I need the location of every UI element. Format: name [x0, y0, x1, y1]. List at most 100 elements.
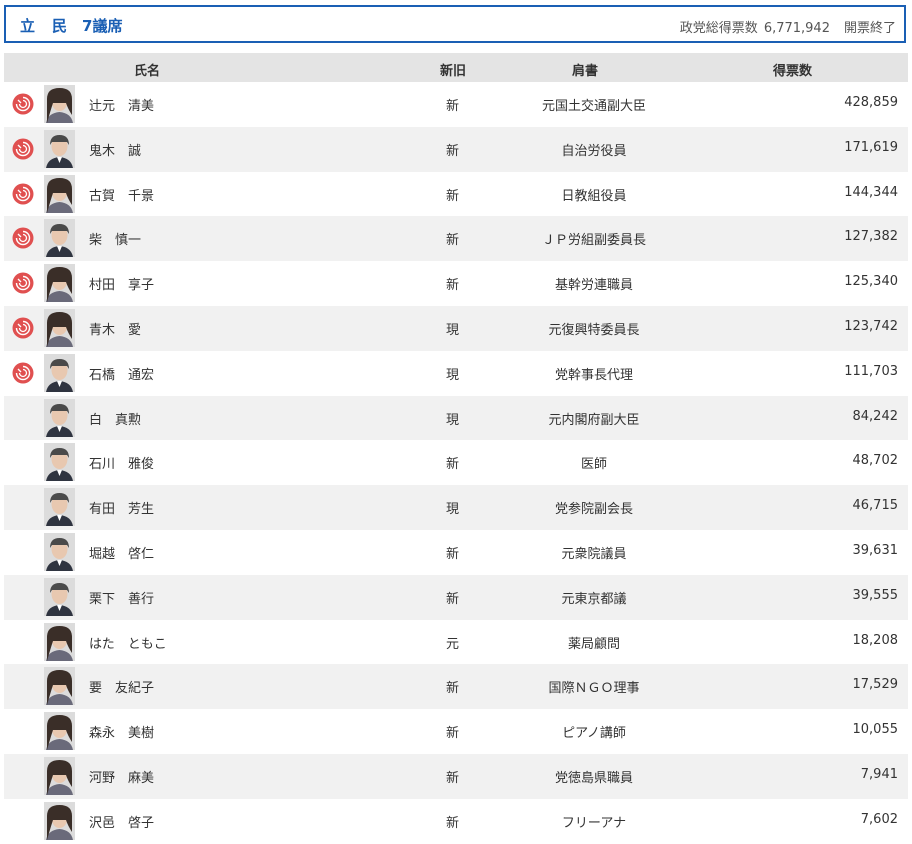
candidate-title: 元国土交通副大臣 [541, 99, 646, 114]
candidate-table: 氏名 新旧 肩書 得票数 辻元 清美新元国土交通副大臣 428,859 鬼木 誠新自… [4, 53, 908, 844]
candidate-name: 要 友紀子 [89, 681, 155, 697]
candidate-votes: 17,529 [852, 677, 899, 693]
candidate-votes: 171,619 [844, 139, 898, 155]
elected-rose-icon [12, 227, 34, 249]
candidate-status: 新 [446, 233, 460, 249]
candidate-name: 栗下 善行 [89, 591, 155, 607]
col-name-header: 氏名 [134, 64, 161, 79]
candidate-status: 新 [446, 591, 460, 607]
candidate-status: 現 [446, 322, 460, 338]
candidate-name: 鬼木 誠 [89, 143, 142, 159]
candidate-votes: 48,702 [852, 453, 899, 469]
candidate-votes: 46,715 [852, 498, 899, 514]
candidate-status: 新 [446, 457, 460, 473]
candidate-status: 新 [446, 726, 460, 742]
candidate-votes: 18,208 [852, 632, 899, 648]
table-row: 白 真勲 現 元内閣府副大臣 84,242 [4, 395, 908, 441]
candidate-votes: 39,555 [852, 587, 899, 603]
candidate-status: 新 [446, 278, 460, 294]
candidate-status: 新 [446, 99, 460, 114]
candidate-title: 党参院副会長 [554, 502, 633, 518]
candidate-status: 新 [446, 815, 460, 831]
candidate-name: 古賀 千景 [89, 188, 155, 204]
candidate-status: 新 [446, 188, 460, 204]
candidate-status: 現 [446, 412, 460, 428]
candidate-name: はた ともこ [89, 636, 167, 652]
count-status: 開票終了 [843, 21, 896, 36]
table-row: 有田 芳生 現 党参院副会長 46,715 [4, 485, 908, 530]
table-row: 青木 愛 現 元復興特委員長 123,742 [4, 305, 908, 351]
candidate-title: ピアノ講師 [562, 726, 626, 742]
table-row: 堀越 啓仁 新 元衆院議員 39,631 [4, 529, 908, 575]
candidate-photo [44, 532, 75, 571]
table-row: 沢邑 啓子 新 フリーアナ 7,602 [4, 798, 908, 844]
candidate-photo [44, 85, 75, 123]
candidate-title: 医師 [580, 457, 607, 473]
candidate-name: 堀越 啓仁 [89, 546, 155, 562]
candidate-photo [44, 622, 75, 661]
table-body: 辻元 清美新元国土交通副大臣 428,859 鬼木 誠新自治労役員 171,619 古賀… [4, 82, 908, 844]
table-row: 栗下 善行 新 元東京都議 39,555 [4, 574, 908, 620]
candidate-votes: 123,742 [844, 318, 898, 334]
elected-rose-icon [12, 317, 34, 339]
candidate-photo [44, 756, 75, 795]
candidate-title: ＪＰ労組副委員長 [541, 233, 646, 249]
party-header: 立 民 7議席 政党総得票数 6,771,942 開票終了 [4, 5, 906, 43]
col-votes-header: 得票数 [773, 64, 813, 79]
candidate-title: 元東京都議 [561, 591, 627, 607]
candidate-photo [44, 174, 75, 213]
candidate-photo [44, 712, 75, 751]
table-row: 河野 麻美 新 党徳島県職員 7,941 [4, 753, 908, 799]
candidate-votes: 428,859 [844, 95, 898, 110]
col-status-header: 新旧 [440, 64, 467, 79]
candidate-photo [44, 219, 75, 258]
candidate-votes: 84,242 [852, 408, 899, 424]
candidate-title: 日教組役員 [561, 188, 627, 204]
candidate-title: 国際ＮＧＯ理事 [548, 681, 640, 697]
candidate-title: 自治労役員 [561, 143, 627, 159]
candidate-title: 基幹労連職員 [554, 278, 633, 294]
candidate-name: 青木 愛 [89, 322, 142, 338]
col-title-header: 肩書 [572, 64, 599, 79]
candidate-votes: 7,941 [860, 766, 898, 782]
candidate-name: 白 真勲 [89, 412, 142, 428]
candidate-photo [44, 353, 75, 392]
candidate-status: 新 [446, 546, 460, 562]
candidate-title: 党幹事長代理 [554, 367, 633, 383]
table-row: 石橋 通宏 現 党幹事長代理 111,703 [4, 350, 908, 396]
candidate-name: 有田 芳生 [89, 502, 155, 518]
table-row: 古賀 千景 新 日教組役員 144,344 [4, 171, 908, 217]
seat-count: 7議席 [82, 17, 123, 35]
candidate-name: 河野 麻美 [89, 770, 155, 786]
candidate-photo [44, 488, 75, 527]
table-row: 柴 慎一 新 ＪＰ労組副委員長 127,382 [4, 216, 908, 262]
candidate-name: 石川 雅俊 [89, 457, 155, 473]
party-title: 立 民 7議席 [20, 15, 122, 36]
elected-rose-icon [12, 362, 34, 384]
candidate-photo [44, 264, 75, 303]
total-votes-value: 6,771,942 [763, 21, 830, 36]
candidate-photo [44, 308, 75, 347]
table-row: 村田 享子 新 基幹労連職員 125,340 [4, 261, 908, 306]
candidate-title: 元衆院議員 [561, 546, 627, 562]
candidate-photo [44, 443, 75, 482]
candidate-photo [44, 577, 75, 616]
candidate-status: 元 [446, 636, 460, 652]
candidate-name: 沢邑 啓子 [89, 815, 155, 831]
table-row: はた ともこ 元 薬局顧問 18,208 [4, 619, 908, 665]
candidate-photo [44, 129, 75, 168]
table-header: 氏名 新旧 肩書 得票数 [4, 53, 908, 82]
table-row: 要 友紀子 新 国際ＮＧＯ理事 17,529 [4, 664, 908, 710]
candidate-photo [44, 398, 75, 437]
candidate-votes: 111,703 [844, 363, 898, 379]
candidate-votes: 7,602 [860, 811, 898, 827]
total-votes-info: 政党総得票数 6,771,942 開票終了 [680, 17, 896, 36]
table-row: 鬼木 誠 新 自治労役員 171,619 [4, 126, 908, 172]
candidate-status: 現 [446, 502, 460, 518]
table-row: 辻元 清美 新 元国土交通副大臣 428,859 [4, 82, 908, 127]
candidate-name: 森永 美樹 [89, 726, 155, 742]
candidate-votes: 39,631 [852, 542, 899, 558]
table-row: 石川 雅俊 新 医師 48,702 [4, 440, 908, 486]
candidate-photo [44, 801, 75, 840]
candidate-name: 辻元 清美 [89, 99, 155, 114]
